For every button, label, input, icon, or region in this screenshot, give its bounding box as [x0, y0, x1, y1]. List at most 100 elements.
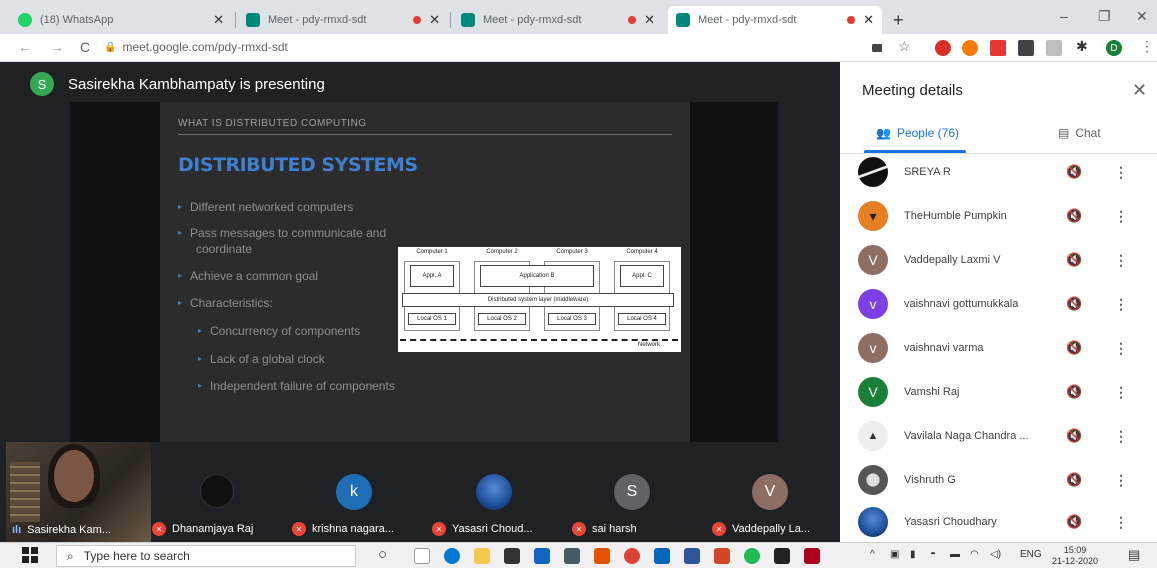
participant-row[interactable]: ▾ TheHumble Pumpkin 🔇 ⋮: [858, 196, 1148, 236]
more-options-icon[interactable]: ⋮: [1114, 384, 1128, 401]
minimize-button[interactable]: –: [1060, 8, 1068, 24]
menu-icon[interactable]: ⋮: [1140, 38, 1154, 55]
edge-icon[interactable]: [444, 548, 460, 564]
bullet-icon: ▸: [178, 298, 183, 307]
cortana-icon[interactable]: ○: [378, 546, 387, 563]
participant-row[interactable]: SREYA R 🔇 ⋮: [858, 152, 1148, 192]
task-view-icon[interactable]: [414, 548, 430, 564]
mic-off-icon: 🔇: [1066, 514, 1083, 529]
middleware-diagram: Computer 1 Computer 2 Computer 3 Compute…: [398, 247, 681, 352]
taskbar-search[interactable]: ⌕ Type here to search: [56, 545, 356, 567]
windows-start-icon[interactable]: [22, 547, 38, 563]
app-icon[interactable]: [774, 548, 790, 564]
extension-icon[interactable]: [1046, 40, 1062, 56]
notifications-icon[interactable]: ▤: [1128, 547, 1140, 563]
recording-dot-icon: [847, 16, 856, 24]
mail-icon[interactable]: [534, 548, 550, 564]
tray-icon[interactable]: ◓: [930, 549, 936, 560]
more-options-icon[interactable]: ⋮: [1114, 514, 1128, 531]
chrome-icon[interactable]: [624, 548, 640, 564]
language-indicator[interactable]: ENG: [1020, 549, 1042, 560]
more-options-icon[interactable]: ⋮: [1114, 472, 1128, 489]
puzzle-icon[interactable]: ✱: [1076, 38, 1088, 55]
participant-avatar: ▾: [858, 201, 888, 231]
tab-meet-active[interactable]: Meet - pdy-rmxd-sdt ✕: [668, 6, 882, 34]
file-explorer-icon[interactable]: [474, 548, 490, 564]
media-icon[interactable]: [564, 548, 580, 564]
more-options-icon[interactable]: ⋮: [1114, 340, 1128, 357]
participant-avatar: V: [752, 474, 788, 510]
store-icon[interactable]: [504, 548, 520, 564]
tray-icon[interactable]: ▮: [910, 549, 916, 560]
address-bar[interactable]: 🔒 meet.google.com/pdy-rmxd-sdt: [104, 40, 288, 54]
participant-row[interactable]: V Vamshi Raj 🔇 ⋮: [858, 372, 1148, 412]
browser-tabstrip: (18) WhatsApp ✕ Meet - pdy-rmxd-sdt ✕ Me…: [0, 0, 1157, 34]
participant-row[interactable]: V Vaddepally Laxmi V 🔇 ⋮: [858, 240, 1148, 280]
tile-name: ✕ sai harsh: [572, 522, 637, 536]
participant-avatar: v: [858, 333, 888, 363]
wifi-icon[interactable]: ◠: [970, 549, 979, 560]
forward-button[interactable]: →: [50, 39, 64, 55]
close-tab-icon[interactable]: ✕: [863, 12, 874, 28]
tray-chevron-icon[interactable]: ^: [870, 549, 875, 560]
slide-sub-bullet: ▸ Concurrency of components: [198, 324, 361, 338]
close-panel-button[interactable]: ✕: [1132, 80, 1147, 101]
participant-row[interactable]: Vishruth G 🔇 ⋮: [858, 460, 1148, 500]
participant-name: Vavilala Naga Chandra ...: [904, 430, 1029, 442]
profile-avatar[interactable]: D: [1106, 40, 1122, 56]
tab-meet-2[interactable]: Meet - pdy-rmxd-sdt ✕: [453, 6, 663, 34]
tab-title: (18) WhatsApp: [40, 14, 114, 26]
powerpoint-icon[interactable]: [714, 548, 730, 564]
netflix-icon[interactable]: [804, 548, 820, 564]
diagram-app: Appl. C: [620, 265, 664, 287]
search-placeholder: Type here to search: [83, 549, 190, 563]
maximize-button[interactable]: ❐: [1098, 8, 1111, 25]
tile-name: ✕ Vaddepally La...: [712, 522, 810, 536]
close-window-button[interactable]: ✕: [1136, 8, 1148, 25]
tab-people[interactable]: 👥 People (76): [876, 126, 959, 140]
app-icon[interactable]: [594, 548, 610, 564]
close-tab-icon[interactable]: ✕: [644, 12, 655, 28]
battery-icon[interactable]: ▬: [950, 549, 960, 560]
extension-icon[interactable]: [962, 40, 978, 56]
new-tab-button[interactable]: +: [893, 10, 904, 31]
tab-whatsapp[interactable]: (18) WhatsApp ✕: [10, 6, 232, 34]
tray-icon[interactable]: ▣: [890, 549, 899, 560]
diagram-middleware-layer: Distributed system layer (middleware): [402, 293, 674, 307]
close-tab-icon[interactable]: ✕: [213, 12, 224, 28]
more-options-icon[interactable]: ⋮: [1114, 208, 1128, 225]
cast-icon[interactable]: [872, 44, 882, 52]
presenter-avatar: S: [30, 72, 54, 96]
spotify-icon[interactable]: [744, 548, 760, 564]
more-options-icon[interactable]: ⋮: [1114, 164, 1128, 181]
participant-row[interactable]: Yasasri Choudhary 🔇 ⋮: [858, 502, 1148, 542]
star-icon[interactable]: ☆: [898, 38, 911, 55]
extension-icon[interactable]: [1018, 40, 1034, 56]
diagram-os: Local OS 2: [478, 313, 526, 325]
word-icon[interactable]: [684, 548, 700, 564]
tab-meet-1[interactable]: Meet - pdy-rmxd-sdt ✕: [238, 6, 448, 34]
extension-icon[interactable]: [990, 40, 1006, 56]
bullet-icon: ▸: [178, 271, 183, 280]
taskbar-clock[interactable]: 15:09 21-12-2020: [1052, 545, 1098, 567]
more-options-icon[interactable]: ⋮: [1114, 428, 1128, 445]
back-button[interactable]: ←: [18, 39, 32, 55]
reload-button[interactable]: C: [80, 39, 90, 55]
adblock-icon[interactable]: [935, 40, 951, 56]
participant-name: vaishnavi gottumukkala: [904, 298, 1019, 310]
tab-chat[interactable]: ▤ Chat: [1058, 126, 1101, 140]
whatsapp-icon: [18, 13, 32, 27]
vscode-icon[interactable]: [654, 548, 670, 564]
volume-icon[interactable]: ◁): [990, 549, 1001, 560]
close-tab-icon[interactable]: ✕: [429, 12, 440, 28]
windows-taskbar: ⌕ Type here to search ○ ^ ▣ ▮ ◓ ▬ ◠ ◁) E…: [0, 542, 1157, 568]
chat-icon: ▤: [1058, 126, 1070, 140]
presenter-video-tile[interactable]: ılı Sasirekha Kam...: [6, 442, 151, 542]
participant-row[interactable]: v vaishnavi gottumukkala 🔇 ⋮: [858, 284, 1148, 324]
bullet-icon: ▸: [198, 381, 203, 390]
participant-row[interactable]: v vaishnavi varma 🔇 ⋮: [858, 328, 1148, 368]
participant-row[interactable]: ▲ Vavilala Naga Chandra ... 🔇 ⋮: [858, 416, 1148, 456]
more-options-icon[interactable]: ⋮: [1114, 252, 1128, 269]
mic-off-icon: 🔇: [1066, 472, 1083, 487]
more-options-icon[interactable]: ⋮: [1114, 296, 1128, 313]
